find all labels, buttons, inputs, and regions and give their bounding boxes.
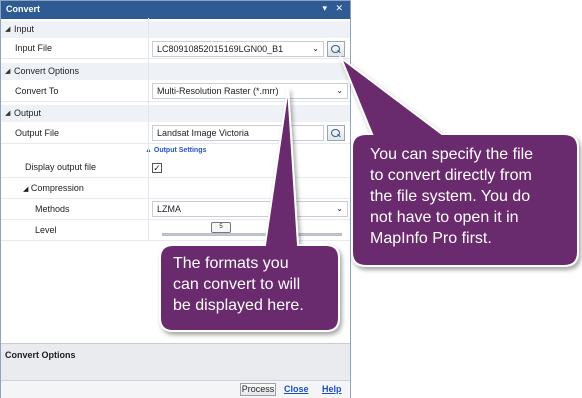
callout-right-line: You can specify the file <box>370 146 534 163</box>
callout-right-line: MapInfo Pro first. <box>370 230 492 247</box>
callout-right-line: the file system. You do <box>370 188 531 205</box>
callout-right-line: to convert directly from <box>370 167 532 184</box>
callout-middle-line: The formats you <box>173 255 289 272</box>
callout-right-line: not have to open it in <box>370 209 519 226</box>
callout-middle-line: can convert to will <box>173 276 301 293</box>
callout-middle-text: The formats you can convert to will be d… <box>173 253 304 316</box>
callout-middle-line: be displayed here. <box>173 297 304 314</box>
callout-right-text: You can specify the file to convert dire… <box>370 144 533 249</box>
